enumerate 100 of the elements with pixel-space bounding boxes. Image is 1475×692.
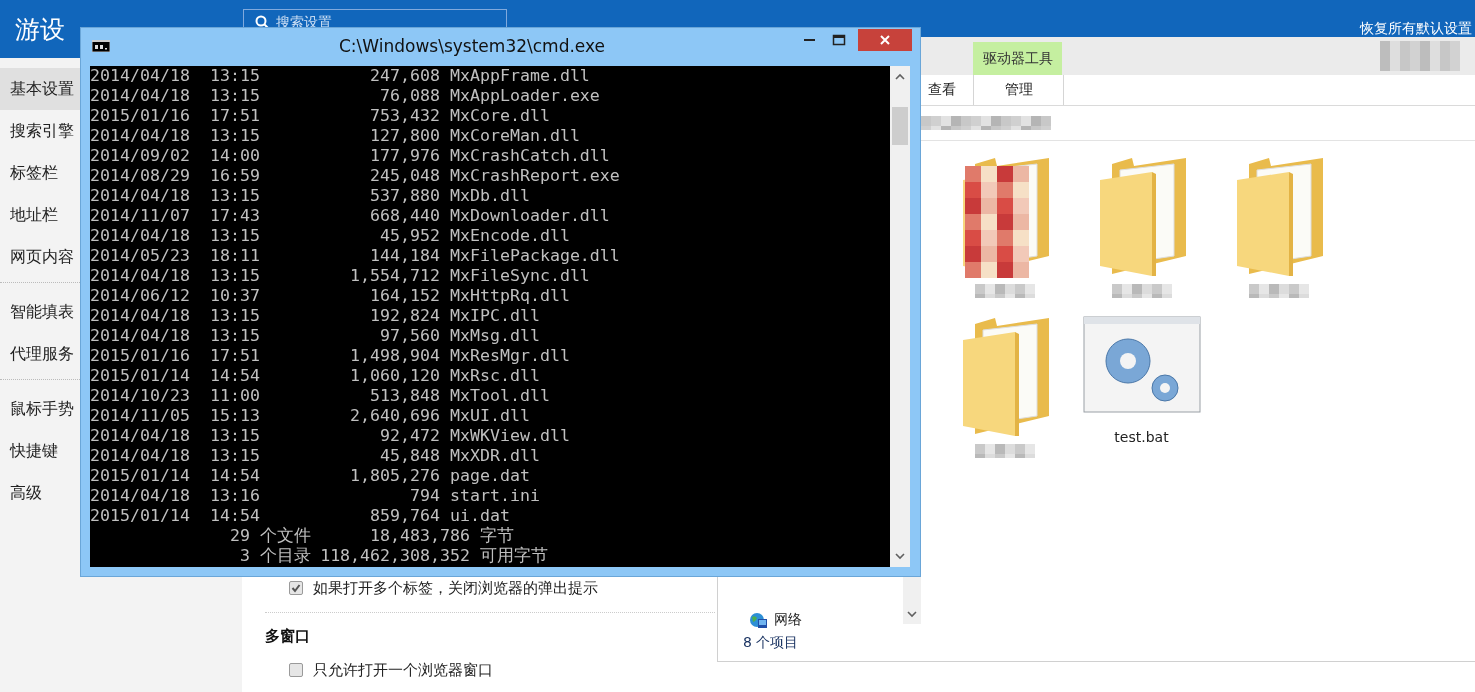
checkbox[interactable] xyxy=(289,663,303,677)
scrollbar-thumb[interactable] xyxy=(892,107,908,145)
file-name: MxMsg.dll xyxy=(449,326,541,346)
sidebar-item[interactable]: 基本设置 xyxy=(0,68,80,110)
file-time: 13:15 xyxy=(210,186,260,206)
sidebar-item[interactable]: 高级 xyxy=(0,472,80,514)
file-time: 13:15 xyxy=(210,266,260,286)
file-size: 859,764 xyxy=(369,506,440,526)
file-date: 2014/10/23 xyxy=(90,386,191,406)
file-date: 2014/06/12 xyxy=(90,286,191,306)
file-date: 2014/04/18 xyxy=(90,86,191,106)
file-size: 753,432 xyxy=(369,106,440,126)
file-size: 1,554,712 xyxy=(349,266,440,286)
nav-item[interactable]: 网络 xyxy=(718,609,903,631)
sidebar-item[interactable]: 代理服务 xyxy=(0,333,80,375)
file-size: 177,976 xyxy=(369,146,440,166)
app-title: 游设 xyxy=(15,13,65,46)
file-name: MxFileSync.dll xyxy=(449,266,591,286)
sidebar-item[interactable]: 搜索引擎 xyxy=(0,110,80,152)
search-icon xyxy=(255,14,269,29)
scroll-down-icon xyxy=(906,608,918,620)
file-size: 794 xyxy=(409,486,440,506)
file-size: 97,560 xyxy=(379,326,440,346)
file-time: 14:54 xyxy=(210,466,260,486)
file-time: 18:11 xyxy=(210,246,260,266)
file-name: start.ini xyxy=(449,486,541,506)
sidebar-item[interactable]: 标签栏 xyxy=(0,152,80,194)
summary-size: 118,462,308,352 xyxy=(319,546,470,566)
file-time: 14:54 xyxy=(210,366,260,386)
file-date: 2014/04/18 xyxy=(90,66,191,86)
file-name: page.dat xyxy=(449,466,531,486)
file-time: 17:43 xyxy=(210,206,260,226)
sidebar-item[interactable]: 鼠标手势 xyxy=(0,388,80,430)
file-name: MxFilePackage.dll xyxy=(449,246,621,266)
file-time: 13:15 xyxy=(210,86,260,106)
gear-file-icon xyxy=(1082,316,1201,413)
file-date: 2014/04/18 xyxy=(90,326,191,346)
sidebar-item[interactable]: 快捷键 xyxy=(0,430,80,472)
file-size: 513,848 xyxy=(369,386,440,406)
file-date: 2014/11/05 xyxy=(90,406,191,426)
file-date: 2015/01/14 xyxy=(90,466,191,486)
file-size: 245,048 xyxy=(369,166,440,186)
blurred-label xyxy=(1248,284,1309,298)
context-tab-label: 驱动器工具 xyxy=(973,42,1062,75)
file-time: 16:59 xyxy=(210,166,260,186)
ribbon-tab[interactable]: 管理 xyxy=(973,75,1064,105)
maximize-icon xyxy=(832,34,846,46)
sidebar-item[interactable]: 智能填表 xyxy=(0,291,80,333)
file-size: 537,880 xyxy=(369,186,440,206)
file-date: 2014/04/18 xyxy=(90,226,191,246)
file-size: 668,440 xyxy=(369,206,440,226)
blurred-label xyxy=(974,284,1035,298)
blurred-label xyxy=(974,444,1035,458)
close-button[interactable] xyxy=(858,29,912,51)
file-date: 2014/08/29 xyxy=(90,166,191,186)
file-name: MxAppLoader.exe xyxy=(449,86,601,106)
file-name: MxEncode.dll xyxy=(449,226,571,246)
file-size: 2,640,696 xyxy=(349,406,440,426)
file-time: 14:00 xyxy=(210,146,260,166)
status-text: 8 个项目 xyxy=(742,633,800,652)
summary-count: 3 xyxy=(239,546,250,566)
file-time: 13:15 xyxy=(210,426,260,446)
check-icon xyxy=(291,583,301,593)
window-title: C:\Windows\system32\cmd.exe xyxy=(338,35,606,56)
file-date: 2015/01/14 xyxy=(90,366,191,386)
file-date: 2014/04/18 xyxy=(90,186,191,206)
file-name: MxResMgr.dll xyxy=(449,346,571,366)
file-size: 127,800 xyxy=(369,126,440,146)
file-name: MxAppFrame.dll xyxy=(449,66,591,86)
file-size: 76,088 xyxy=(379,86,440,106)
reset-defaults-link[interactable]: 恢复所有默认设置 xyxy=(1360,20,1472,38)
file-date: 2015/01/16 xyxy=(90,346,191,366)
sidebar-item[interactable]: 地址栏 xyxy=(0,194,80,236)
ribbon-tab[interactable]: 查看 xyxy=(928,75,973,105)
file-size: 92,472 xyxy=(379,426,440,446)
file-name: test.bat xyxy=(1114,429,1169,445)
file-name: MxRsc.dll xyxy=(449,366,541,386)
file-size: 164,152 xyxy=(369,286,440,306)
file-date: 2014/11/07 xyxy=(90,206,191,226)
file-time: 11:00 xyxy=(210,386,260,406)
checkbox-label: 如果打开多个标签，关闭浏览器的弹出提示 xyxy=(313,578,598,598)
file-date: 2014/04/18 xyxy=(90,306,191,326)
sidebar-item[interactable]: 网页内容 xyxy=(0,236,80,278)
file-time: 13:15 xyxy=(210,66,260,86)
summary-unit: 字节 xyxy=(479,526,514,546)
file-time: 13:16 xyxy=(210,486,260,506)
file-name: MxDownloader.dll xyxy=(449,206,611,226)
file-date: 2014/04/18 xyxy=(90,446,191,466)
section-heading: 多窗口 xyxy=(265,627,310,647)
file-date: 2015/01/14 xyxy=(90,506,191,526)
file-size: 1,498,904 xyxy=(349,346,440,366)
summary-unit: 可用字节 xyxy=(479,546,549,566)
file-date: 2014/04/18 xyxy=(90,426,191,446)
file-name: MxHttpRq.dll xyxy=(449,286,571,306)
file-size: 45,952 xyxy=(379,226,440,246)
file-name: MxCrashCatch.dll xyxy=(449,146,611,166)
checkbox[interactable] xyxy=(289,581,303,595)
scroll-down-icon xyxy=(894,550,906,562)
summary-label: 个目录 xyxy=(259,546,310,566)
file-date: 2014/04/18 xyxy=(90,266,191,286)
